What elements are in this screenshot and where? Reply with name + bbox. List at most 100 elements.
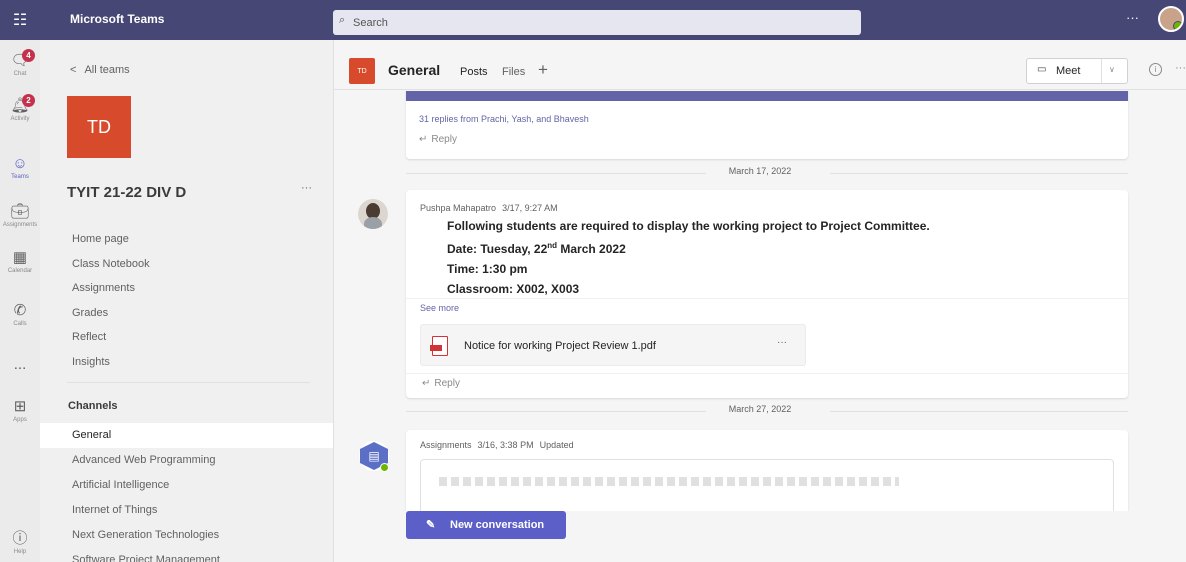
meet-divider — [1101, 59, 1102, 83]
chevron-left-icon: < — [70, 64, 77, 76]
tab-posts[interactable]: Posts — [460, 66, 488, 78]
message-line: Time: 1:30 pm — [447, 262, 528, 276]
calendar-icon: ▦ — [12, 249, 28, 266]
message-time: 3/16, 3:38 PM — [477, 440, 534, 450]
pdf-file-icon — [430, 336, 448, 356]
see-more-link[interactable]: See more — [420, 303, 459, 313]
meet-button[interactable]: ▭ Meet ∨ — [1026, 58, 1128, 84]
author-name: Pushpa Mahapatro — [420, 203, 497, 213]
app-title: Microsoft Teams — [70, 12, 165, 26]
nav-reflect[interactable]: Reflect — [72, 325, 312, 350]
reply-button[interactable]: ↵ Reply — [422, 378, 460, 389]
replies-link[interactable]: 31 replies from Prachi, Yash, and Bhaves… — [419, 114, 589, 124]
channel-title: General — [388, 62, 441, 78]
author-avatar[interactable] — [358, 199, 388, 229]
rail-help[interactable]: ⓘ Help — [0, 530, 40, 555]
date-separator: March 27, 2022 — [334, 404, 1186, 418]
attachment-more-icon[interactable]: ··· — [777, 337, 787, 348]
presence-indicator — [380, 463, 389, 472]
channel-artificial-intelligence[interactable]: Artificial Intelligence — [40, 473, 333, 498]
message-line: Date: Tuesday, 22nd March 2022 — [447, 236, 1107, 259]
reply-label: Reply — [431, 134, 457, 145]
rail-assignments[interactable]: 💼︎ Assignments — [0, 203, 40, 228]
chat-badge: 4 — [22, 49, 35, 62]
file-attachment[interactable]: Notice for working Project Review 1.pdf … — [420, 324, 806, 366]
message-line: Following students are required to displ… — [447, 219, 930, 233]
search-input[interactable] — [353, 10, 853, 35]
channel-next-generation-technologies[interactable]: Next Generation Technologies — [40, 523, 333, 548]
channel-header: TD General Posts Files + ▭ Meet ∨ i ··· — [334, 40, 1186, 90]
assignments-bot-avatar[interactable]: ▤ — [359, 441, 389, 472]
channel-internet-of-things[interactable]: Internet of Things — [40, 498, 333, 523]
truncated-content — [439, 477, 899, 486]
rail-label: Apps — [13, 417, 27, 423]
message-body: Following students are required to displ… — [447, 216, 1107, 299]
date-month: March 2022 — [557, 242, 626, 256]
all-teams-label: All teams — [84, 64, 130, 76]
search-icon: ⌕ — [339, 14, 346, 26]
rail-activity[interactable]: 🔔︎ Activity 2 — [0, 94, 40, 122]
message-meta: Pushpa Mahapatro 3/17, 9:27 AM — [420, 203, 558, 213]
nav-grades[interactable]: Grades — [72, 301, 312, 326]
help-icon: ⓘ — [12, 530, 28, 547]
chevron-down-icon[interactable]: ∨ — [1109, 65, 1115, 74]
rail-label: Teams — [11, 174, 29, 180]
search-box[interactable]: ⌕ — [333, 10, 861, 35]
new-conversation-button[interactable]: ✎ New conversation — [406, 511, 566, 539]
date-label: March 27, 2022 — [728, 404, 792, 414]
rail-more[interactable]: ... — [0, 356, 40, 374]
rail-label: Help — [13, 549, 27, 555]
app-launcher-icon[interactable]: ☷ — [0, 0, 40, 40]
team-panel: < All teams TD TYIT 21-22 DIV D ··· Home … — [40, 40, 334, 562]
more-apps-icon: ... — [13, 356, 27, 373]
channel-advanced-web-programming[interactable]: Advanced Web Programming — [40, 448, 333, 473]
apps-icon: ⊞ — [13, 398, 27, 415]
team-nav: Home page Class Notebook Assignments Gra… — [72, 227, 312, 375]
channel-avatar: TD — [349, 58, 375, 84]
rail-teams[interactable]: ☺ Teams — [0, 155, 40, 180]
teams-icon: ☺ — [12, 155, 28, 172]
rail-label: Assignments — [2, 222, 38, 228]
nav-class-notebook[interactable]: Class Notebook — [72, 252, 312, 277]
channel-list: General Advanced Web Programming Artific… — [40, 423, 333, 562]
nav-assignments[interactable]: Assignments — [72, 276, 312, 301]
nav-home-page[interactable]: Home page — [72, 227, 312, 252]
rail-label: Chat — [13, 71, 27, 77]
team-avatar: TD — [67, 96, 131, 158]
date-label: March 17, 2022 — [728, 166, 792, 176]
posts-feed[interactable]: 31 replies from Prachi, Yash, and Bhaves… — [334, 91, 1186, 511]
divider — [67, 382, 310, 383]
add-tab-icon[interactable]: + — [538, 60, 548, 80]
date-separator: March 17, 2022 — [334, 166, 1186, 180]
new-conversation-label: New conversation — [450, 519, 545, 531]
message-line: Classroom: X002, X003 — [447, 282, 580, 296]
message-card: Assignments 3/16, 3:38 PM Updated — [406, 430, 1128, 511]
channel-general[interactable]: General — [40, 423, 333, 448]
team-more-icon[interactable]: ··· — [301, 182, 312, 194]
rail-calendar[interactable]: ▦ Calendar — [0, 249, 40, 274]
attachment-name: Notice for working Project Review 1.pdf — [464, 340, 656, 352]
all-teams-link[interactable]: < All teams — [70, 64, 130, 76]
nav-insights[interactable]: Insights — [72, 350, 312, 375]
message-meta: Assignments 3/16, 3:38 PM Updated — [420, 440, 574, 450]
rail-chat[interactable]: 🗨︎ Chat 4 — [0, 49, 40, 77]
thread-card: 31 replies from Prachi, Yash, and Bhaves… — [406, 91, 1128, 159]
reply-arrow-icon: ↵ — [419, 134, 428, 145]
message-card: Pushpa Mahapatro 3/17, 9:27 AM Following … — [406, 190, 1128, 398]
divider — [406, 373, 1128, 374]
header-more-icon[interactable]: ··· — [1175, 62, 1186, 74]
user-avatar[interactable] — [1158, 6, 1184, 32]
more-options-icon[interactable]: ··· — [1126, 10, 1139, 25]
reply-label: Reply — [434, 378, 460, 389]
info-icon[interactable]: i — [1149, 63, 1162, 76]
reply-arrow-icon: ↵ — [422, 378, 431, 389]
channels-heading: Channels — [68, 400, 118, 412]
rail-calls[interactable]: ✆ Calls — [0, 302, 40, 327]
author-name: Assignments — [420, 440, 472, 450]
assignment-card[interactable] — [420, 459, 1114, 511]
team-name: TYIT 21-22 DIV D — [67, 184, 187, 201]
tab-files[interactable]: Files — [502, 66, 525, 78]
channel-software-project-management[interactable]: Software Project Management — [40, 548, 333, 562]
rail-apps[interactable]: ⊞ Apps — [0, 398, 40, 423]
reply-button[interactable]: ↵ Reply — [419, 134, 457, 145]
